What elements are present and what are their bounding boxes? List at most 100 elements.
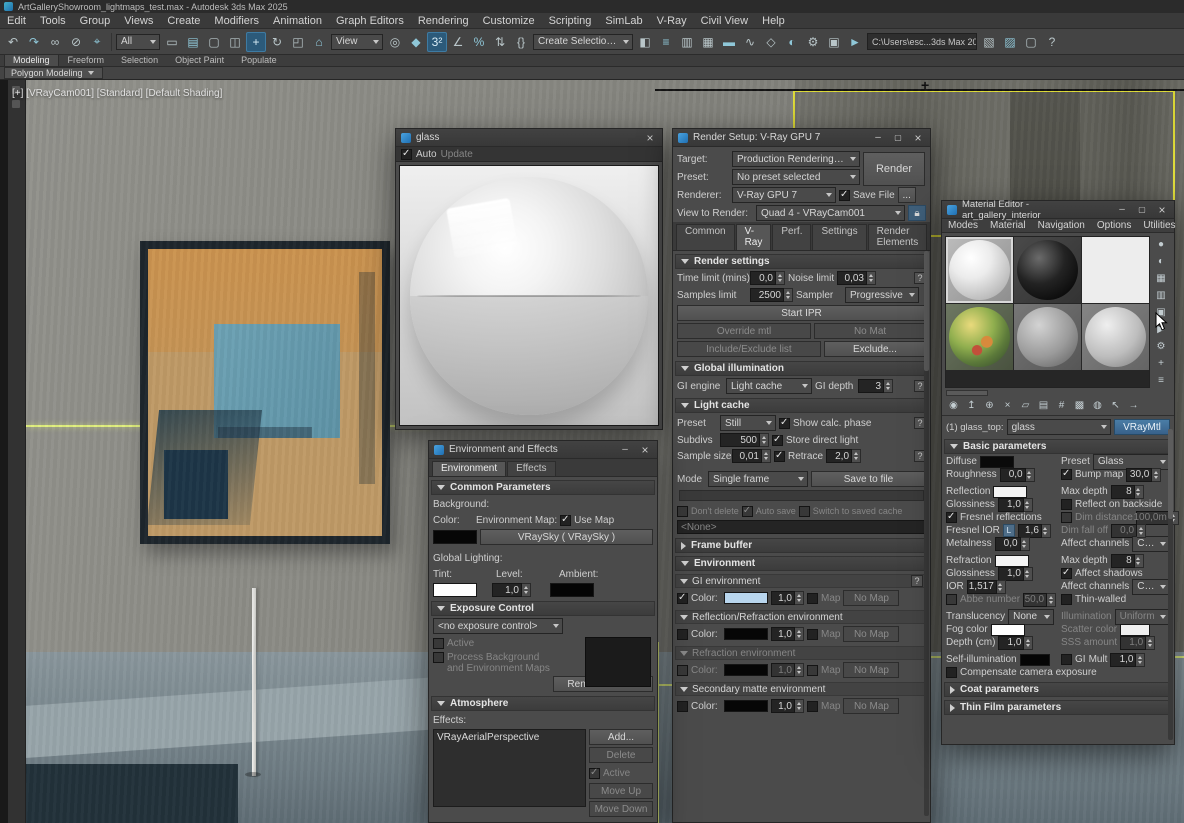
retrace-spinner[interactable]: 2,0 [826, 449, 861, 463]
refl-env-color-swatch[interactable] [724, 628, 768, 640]
matte-env-checkbox[interactable] [677, 701, 688, 712]
spinner-arrows-icon[interactable] [997, 580, 1006, 594]
reset-map-icon[interactable]: × [999, 398, 1016, 413]
close-icon[interactable] [638, 444, 652, 456]
selection-filter-dropdown[interactable]: All [116, 34, 160, 50]
menu-item[interactable]: Rendering [411, 14, 476, 28]
put-to-library-icon[interactable]: ▤ [1035, 398, 1052, 413]
select-by-name-icon[interactable]: ▤ [183, 32, 203, 52]
use-map-checkbox[interactable] [560, 515, 571, 526]
glass-window-titlebar[interactable]: glass [396, 129, 662, 147]
reflection-color-swatch[interactable] [993, 486, 1027, 498]
sample-type-icon[interactable]: ● [1153, 237, 1170, 252]
rendered-frame-window-icon[interactable]: ▣ [824, 32, 844, 52]
sample-size-spinner[interactable]: 0,01 [732, 449, 771, 463]
menu-item[interactable]: Animation [266, 14, 329, 28]
sampler-dropdown[interactable]: Progressive [845, 287, 919, 303]
menu-item[interactable]: Scripting [542, 14, 599, 28]
auto-update-checkbox[interactable] [401, 149, 412, 160]
refraction-max-depth-spinner[interactable]: 8 [1111, 554, 1144, 568]
spinner-arrows-icon[interactable] [1136, 653, 1145, 667]
spinner-arrows-icon[interactable] [1042, 524, 1051, 538]
menu-item[interactable]: Create [160, 14, 207, 28]
select-and-manipulate-icon[interactable]: ◆ [406, 32, 426, 52]
angle-snap-icon[interactable]: ∠ [448, 32, 468, 52]
tint-color-swatch[interactable] [433, 583, 477, 597]
refl-environment-group[interactable]: Reflection/Refraction environment [675, 610, 928, 624]
refr-env-map-checkbox[interactable] [807, 665, 818, 676]
compensate-exposure-checkbox[interactable] [946, 667, 957, 678]
window-titlebar[interactable]: ArtGalleryShowroom_lightmaps_test.max - … [0, 0, 1184, 13]
put-material-to-scene-icon[interactable]: ↥ [963, 398, 980, 413]
move-up-button[interactable]: Move Up [589, 783, 653, 799]
schematic-view-icon[interactable]: ◇ [761, 32, 781, 52]
tab-perf[interactable]: Perf. [772, 224, 811, 250]
tab-effects[interactable]: Effects [507, 461, 555, 476]
spinner-arrows-icon[interactable] [1024, 567, 1033, 581]
gi-environment-group[interactable]: GI environment [675, 574, 928, 588]
time-limit-spinner[interactable]: 0,0 [750, 271, 785, 285]
ribbon-tab-populate[interactable]: Populate [233, 55, 285, 66]
scrollbar-thumb[interactable] [924, 251, 929, 371]
menu-item[interactable]: Modifiers [207, 14, 266, 28]
show-calc-phase-checkbox[interactable] [779, 418, 790, 429]
save-to-file-button[interactable]: Save to file [811, 471, 926, 487]
redo-icon[interactable]: ↷ [24, 32, 44, 52]
update-button[interactable]: Update [441, 149, 473, 160]
menu-item[interactable]: Utilities [1137, 220, 1181, 231]
reflection-max-depth-spinner[interactable]: 8 [1111, 485, 1144, 499]
menu-item[interactable]: Customize [476, 14, 542, 28]
go-forward-to-sibling-icon[interactable]: → [1125, 398, 1142, 413]
align-icon[interactable]: ≡ [656, 32, 676, 52]
toggle-layer-explorer-icon[interactable]: ▦ [698, 32, 718, 52]
refl-env-map-checkbox[interactable] [807, 629, 818, 640]
snaps-toggle-icon[interactable]: 3² [427, 32, 447, 52]
matte-env-mult-spinner[interactable]: 1,0 [771, 699, 804, 713]
environment-effects-titlebar[interactable]: Environment and Effects [429, 441, 657, 459]
make-material-copy-icon[interactable]: ▱ [1017, 398, 1034, 413]
override-mtl-button[interactable]: Override mtl [677, 323, 811, 339]
project-folder-field[interactable]: C:\Users\esc...3ds Max 2025 [867, 33, 977, 50]
material-editor-scrollbar[interactable] [1168, 429, 1173, 740]
select-and-rotate-icon[interactable]: ↻ [267, 32, 287, 52]
fog-color-swatch[interactable] [991, 624, 1025, 636]
thin-walled-checkbox[interactable] [1061, 594, 1072, 605]
render-setup-scrollbar[interactable] [924, 251, 929, 816]
environment-map-button[interactable]: VRaySky ( VRaySky ) [480, 529, 653, 545]
self-illumination-swatch[interactable] [1020, 654, 1050, 666]
sample-uv-tiling-icon[interactable]: ▥ [1153, 288, 1170, 303]
illumination-dropdown[interactable]: Uniform [1115, 609, 1170, 625]
use-pivot-center-icon[interactable]: ◎ [385, 32, 405, 52]
gi-env-map-checkbox[interactable] [807, 593, 818, 604]
store-direct-light-checkbox[interactable] [772, 435, 783, 446]
preset-dropdown[interactable]: No preset selected [732, 169, 860, 185]
tab-environment[interactable]: Environment [432, 461, 506, 476]
roughness-spinner[interactable]: 0,0 [1000, 468, 1035, 482]
isolate-selection-icon[interactable]: ▢ [1021, 32, 1041, 52]
refr-env-mult-spinner[interactable]: 1,0 [771, 663, 804, 677]
dont-delete-checkbox[interactable] [677, 506, 688, 517]
depth-cm-spinner[interactable]: 1,0 [998, 636, 1033, 650]
spinner-arrows-icon[interactable] [762, 449, 771, 463]
menu-item[interactable]: SimLab [598, 14, 649, 28]
gi-depth-spinner[interactable]: 3 [858, 379, 893, 393]
mirror-icon[interactable]: ◧ [635, 32, 655, 52]
material-id-channel-icon[interactable]: # [1053, 398, 1070, 413]
unlink-selection-icon[interactable]: ⊘ [66, 32, 86, 52]
spinner-arrows-icon[interactable] [1146, 636, 1155, 650]
menu-item[interactable]: Options [1091, 220, 1137, 231]
left-toolbar[interactable] [0, 80, 26, 823]
bump-amount-spinner[interactable]: 30,0 [1126, 468, 1161, 482]
help-icon[interactable] [911, 575, 923, 587]
affect-channels-dropdown[interactable]: Color only [1132, 536, 1170, 552]
spinner-arrows-icon[interactable] [795, 591, 804, 605]
refraction-color-swatch[interactable] [995, 555, 1029, 567]
fresnel-reflections-checkbox[interactable] [946, 512, 957, 523]
curve-editor-icon[interactable]: ∿ [740, 32, 760, 52]
spinner-arrows-icon[interactable] [1024, 636, 1033, 650]
environment-rollout[interactable]: Environment [675, 556, 928, 571]
gi-checkbox[interactable] [1061, 654, 1072, 665]
fresnel-ior-lock-button[interactable]: L [1003, 524, 1015, 537]
percent-snap-icon[interactable]: % [469, 32, 489, 52]
sss-amount-spinner[interactable]: 1,0 [1120, 636, 1155, 650]
